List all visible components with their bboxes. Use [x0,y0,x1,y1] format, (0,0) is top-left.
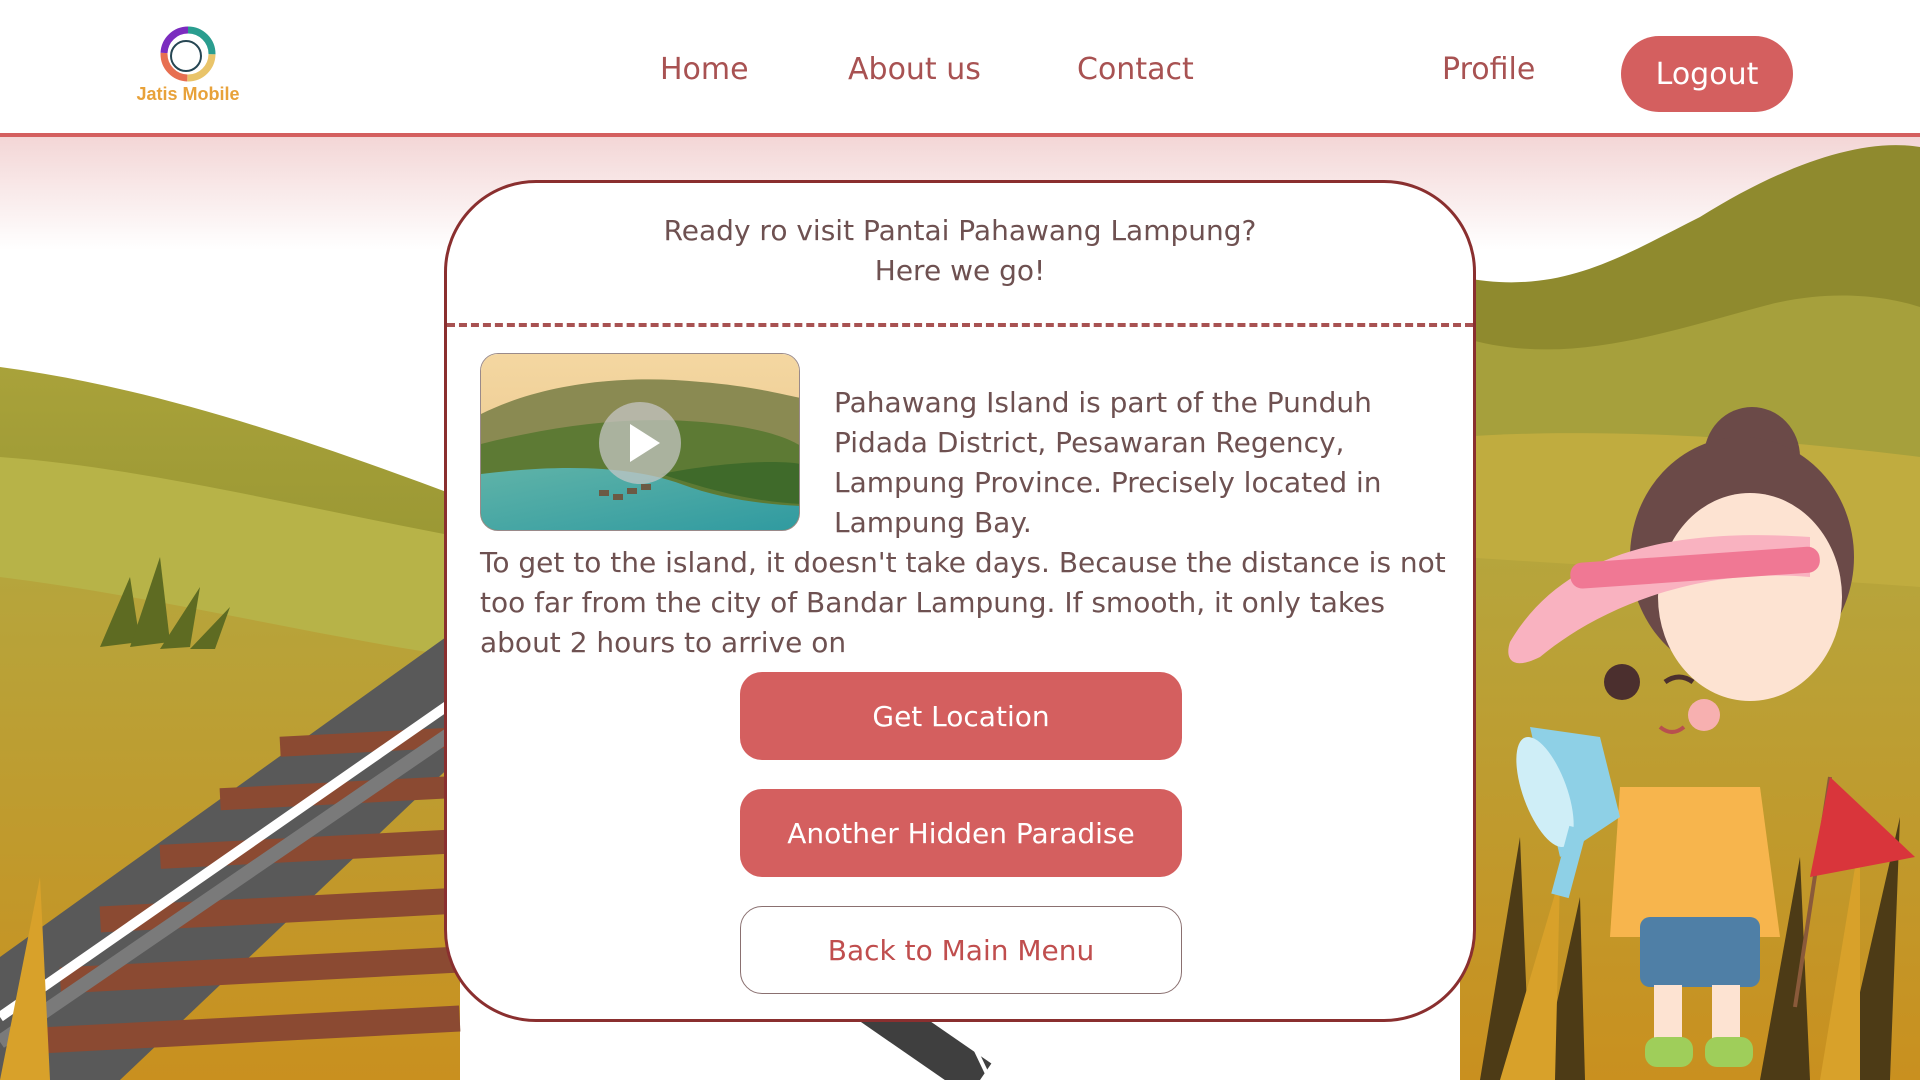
get-location-button[interactable]: Get Location [740,672,1182,760]
top-navbar: Jatis Mobile Home About us Contact Profi… [0,0,1920,137]
description-intro: Pahawang Island is part of the Punduh Pi… [834,386,1382,539]
back-to-main-menu-button[interactable]: Back to Main Menu [740,906,1182,994]
another-hidden-paradise-button[interactable]: Another Hidden Paradise [740,789,1182,877]
nav-contact[interactable]: Contact [1077,52,1194,87]
nav-about-us[interactable]: About us [848,52,981,87]
card-title: Ready ro visit Pantai Pahawang Lampung? [663,214,1257,247]
description-travel: To get to the island, it doesn't take da… [480,546,1446,659]
nav-home[interactable]: Home [660,52,749,87]
card-subtitle: Here we go! [874,254,1046,287]
logout-button[interactable]: Logout [1621,36,1793,112]
play-icon[interactable] [599,402,681,484]
nav-profile[interactable]: Profile [1442,52,1535,87]
ring-logo-icon [160,26,216,82]
video-thumbnail[interactable] [480,353,800,531]
destination-card: Ready ro visit Pantai Pahawang Lampung? … [444,180,1476,1022]
logo-text: Jatis Mobile [136,84,240,104]
card-header: Ready ro visit Pantai Pahawang Lampung? … [447,183,1473,327]
brand-logo[interactable]: Jatis Mobile [128,22,248,106]
